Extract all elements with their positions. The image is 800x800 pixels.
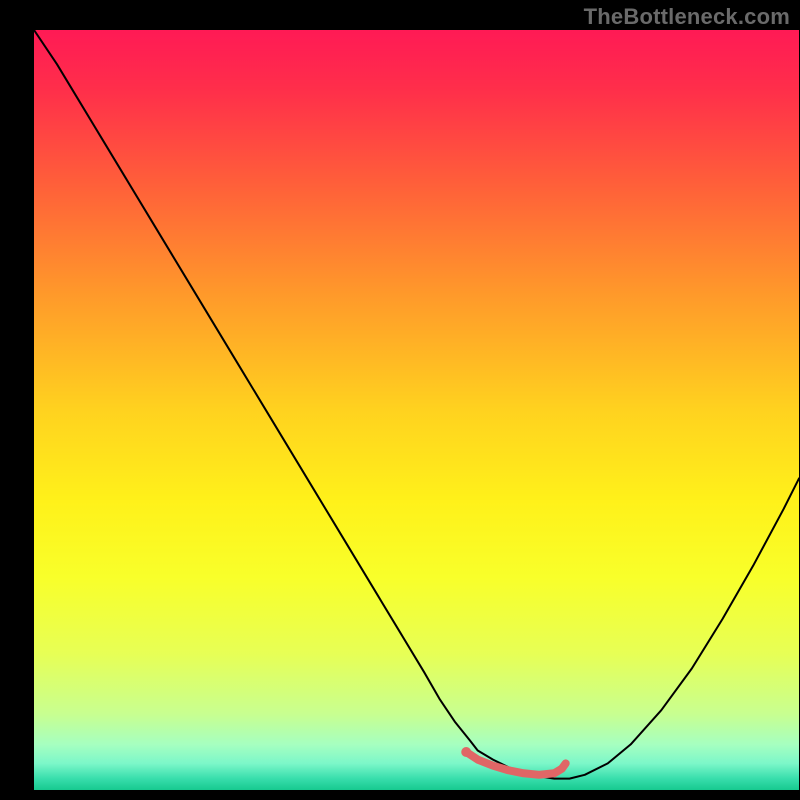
chart-frame: TheBottleneck.com: [0, 0, 800, 800]
plot-svg: [34, 30, 799, 790]
plot-area: [34, 30, 799, 790]
marker-dot: [461, 747, 471, 757]
gradient-background: [34, 30, 799, 790]
watermark-text: TheBottleneck.com: [584, 4, 790, 30]
